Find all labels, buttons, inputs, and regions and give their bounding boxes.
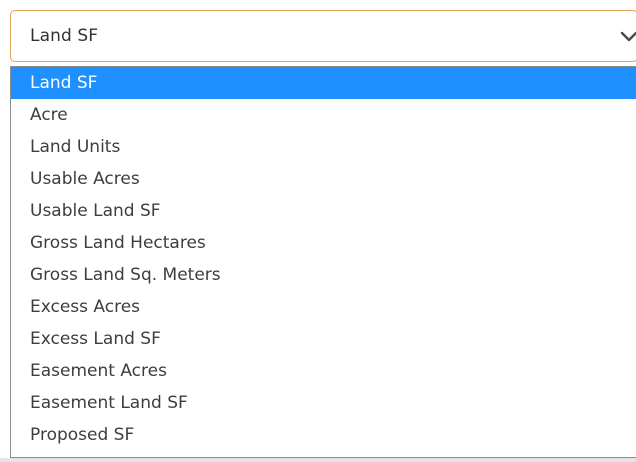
option-excess-land-sf[interactable]: Excess Land SF	[11, 323, 636, 355]
option-easement-land-sf[interactable]: Easement Land SF	[11, 387, 636, 419]
options-list: Land SF Acre Land Units Usable Acres Usa…	[10, 66, 636, 458]
unit-select[interactable]: Land SF	[10, 10, 636, 62]
option-gross-land-hectares[interactable]: Gross Land Hectares	[11, 227, 636, 259]
option-gross-land-sq-meters[interactable]: Gross Land Sq. Meters	[11, 259, 636, 291]
option-acre[interactable]: Acre	[11, 99, 636, 131]
option-land-sf[interactable]: Land SF	[11, 67, 636, 99]
option-usable-land-sf[interactable]: Usable Land SF	[11, 195, 636, 227]
option-excess-acres[interactable]: Excess Acres	[11, 291, 636, 323]
option-usable-acres[interactable]: Usable Acres	[11, 163, 636, 195]
option-easement-acres[interactable]: Easement Acres	[11, 355, 636, 387]
dropdown-screen: Land SF Land SF Acre Land Units Usable A…	[0, 0, 636, 462]
chevron-down-icon	[620, 31, 636, 42]
select-value: Land SF	[30, 26, 99, 46]
page-edge	[0, 458, 636, 462]
option-land-units[interactable]: Land Units	[11, 131, 636, 163]
option-proposed-sf[interactable]: Proposed SF	[11, 419, 636, 451]
